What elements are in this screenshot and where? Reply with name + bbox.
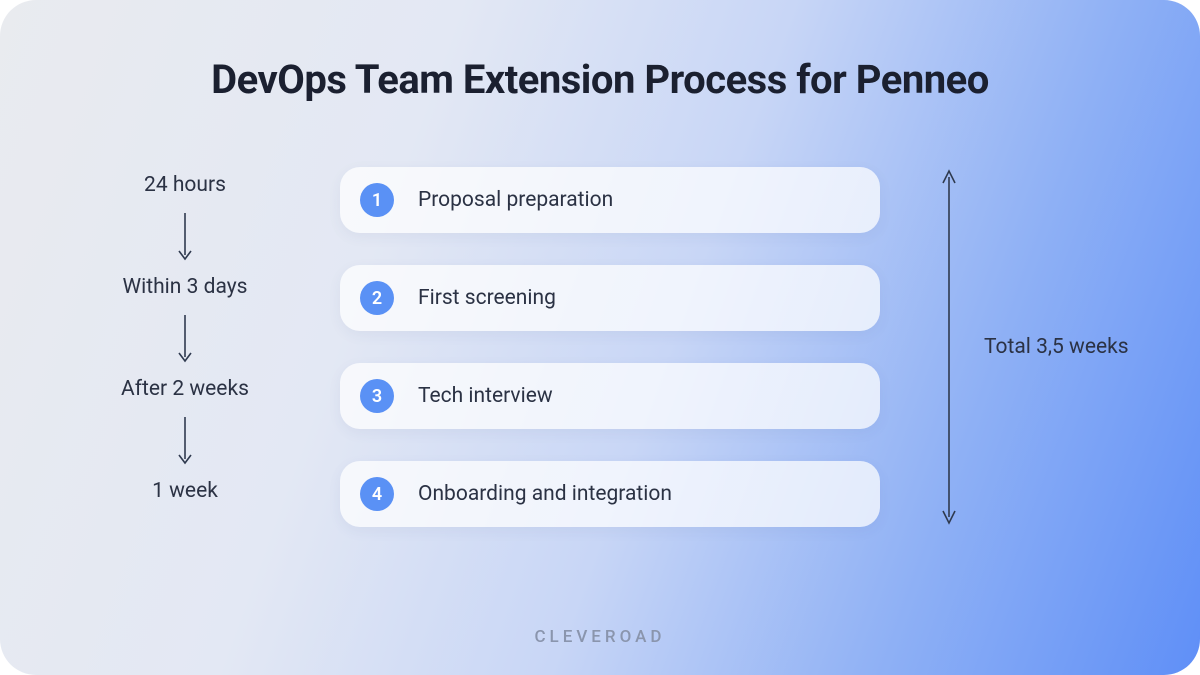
arrow-down-icon xyxy=(177,313,193,363)
step-number-badge: 3 xyxy=(360,379,394,413)
step-number-badge: 1 xyxy=(360,183,394,217)
steps-column: 1 Proposal preparation 2 First screening… xyxy=(340,167,880,527)
page-title: DevOps Team Extension Process for Penneo xyxy=(70,56,1130,103)
total-column: Total 3,5 weeks xyxy=(920,167,1130,527)
step-label: First screening xyxy=(418,286,556,310)
step-number-badge: 4 xyxy=(360,477,394,511)
step-label: Proposal preparation xyxy=(418,188,613,212)
step-number-badge: 2 xyxy=(360,281,394,315)
timeline-label: Within 3 days xyxy=(123,275,248,299)
total-label: Total 3,5 weeks xyxy=(984,335,1129,359)
arrow-down-icon xyxy=(177,415,193,465)
step-item: 2 First screening xyxy=(340,265,880,331)
content-grid: 24 hours Within 3 days After 2 weeks 1 w… xyxy=(70,167,1130,527)
timeline-label: 1 week xyxy=(152,479,218,503)
arrow-down-icon xyxy=(177,211,193,261)
step-label: Tech interview xyxy=(418,384,553,408)
step-item: 4 Onboarding and integration xyxy=(340,461,880,527)
timeline-label: After 2 weeks xyxy=(121,377,249,401)
step-label: Onboarding and integration xyxy=(418,482,672,506)
timeline-label: 24 hours xyxy=(144,173,226,197)
timeline-column: 24 hours Within 3 days After 2 weeks 1 w… xyxy=(70,167,300,503)
step-item: 1 Proposal preparation xyxy=(340,167,880,233)
brand-watermark: CLEVEROAD xyxy=(0,627,1200,647)
diagram-card: DevOps Team Extension Process for Penneo… xyxy=(0,0,1200,675)
double-arrow-vertical-icon xyxy=(940,167,958,527)
step-item: 3 Tech interview xyxy=(340,363,880,429)
